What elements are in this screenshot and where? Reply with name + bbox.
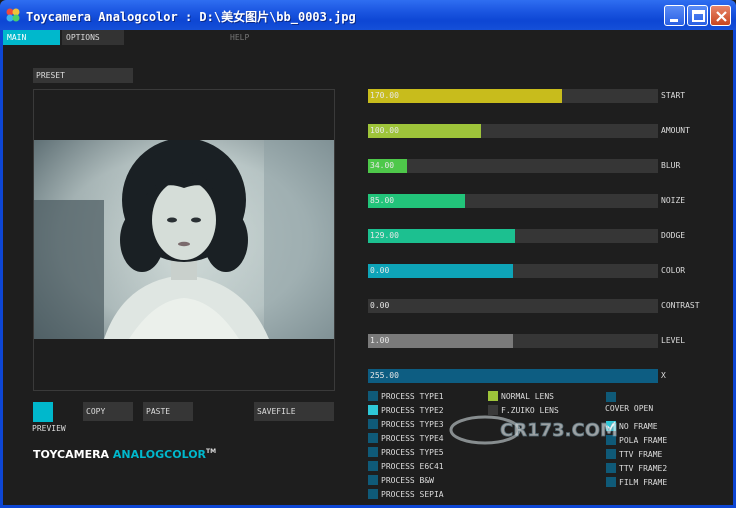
slider-x[interactable]: 255.00	[368, 369, 658, 383]
paste-button[interactable]: PASTE	[143, 402, 193, 421]
cover-open-checkbox[interactable]	[606, 392, 616, 402]
lens-checkbox[interactable]	[488, 391, 498, 401]
slider-label-contrast: CONTRAST	[661, 301, 700, 310]
preset-dropdown[interactable]: PRESET	[33, 68, 133, 83]
preview-photo	[34, 140, 334, 339]
copy-button[interactable]: COPY	[83, 402, 133, 421]
process-label: PROCESS TYPE5	[381, 448, 444, 457]
process-checkbox[interactable]	[368, 461, 378, 471]
process-checkbox[interactable]	[368, 433, 378, 443]
slider-value: 1.00	[370, 336, 390, 345]
window-title: Toycamera Analogcolor : D:\美女图片\bb_0003.…	[26, 10, 356, 24]
frame-label: TTV FRAME2	[619, 464, 668, 473]
tab-help[interactable]: HELP	[226, 30, 266, 45]
slider-blur[interactable]: 34.00	[368, 159, 658, 173]
frame-checkbox[interactable]	[606, 463, 616, 473]
slider-label-amount: AMOUNT	[661, 126, 690, 135]
process-checkbox[interactable]	[368, 405, 378, 415]
maximize-button[interactable]	[687, 5, 708, 26]
watermark-text: CR173.COM	[500, 420, 618, 441]
slider-noize[interactable]: 85.00	[368, 194, 658, 208]
slider-label-color: COLOR	[661, 266, 686, 275]
site-watermark: CR173.COM	[445, 408, 635, 451]
slider-value: 0.00	[370, 301, 390, 310]
process-label: PROCESS TYPE4	[381, 434, 444, 443]
slider-label-start: START	[661, 91, 686, 100]
lens-label: NORMAL LENS	[501, 392, 554, 401]
minimize-icon	[670, 19, 678, 22]
slider-label-dodge: DODGE	[661, 231, 686, 240]
tab-options[interactable]: OPTIONS	[62, 30, 124, 45]
minimize-button[interactable]	[664, 5, 685, 26]
slider-label-blur: BLUR	[661, 161, 681, 170]
slider-value: 0.00	[370, 266, 390, 275]
slider-level[interactable]: 1.00	[368, 334, 658, 348]
slider-fill	[368, 264, 513, 278]
app-icon	[6, 8, 20, 22]
slider-value: 100.00	[370, 126, 399, 135]
title-bar[interactable]: Toycamera Analogcolor : D:\美女图片\bb_0003.…	[0, 0, 736, 30]
process-checkbox[interactable]	[368, 475, 378, 485]
slider-start[interactable]: 170.00	[368, 89, 658, 103]
process-checkbox[interactable]	[368, 489, 378, 499]
process-label: PROCESS SEPIA	[381, 490, 444, 499]
app-logo: TOYCAMERA ANALOGCOLORTM	[33, 448, 216, 461]
slider-dodge[interactable]: 129.00	[368, 229, 658, 243]
slider-color[interactable]: 0.00	[368, 264, 658, 278]
slider-value: 170.00	[370, 91, 399, 100]
process-checkbox[interactable]	[368, 419, 378, 429]
logo-word-toycamera: TOYCAMERA	[33, 448, 110, 461]
process-label: PROCESS TYPE2	[381, 406, 444, 415]
process-checkbox[interactable]	[368, 447, 378, 457]
preview-label: PREVIEW	[32, 424, 66, 433]
close-icon	[716, 11, 727, 22]
slider-value: 85.00	[370, 196, 395, 205]
logo-trademark: TM	[206, 448, 217, 455]
frame-label: TTV FRAME	[619, 450, 663, 459]
preview-toggle[interactable]	[33, 402, 53, 422]
close-button[interactable]	[710, 5, 731, 26]
maximize-icon	[692, 10, 705, 22]
process-label: PROCESS E6C41	[381, 462, 444, 471]
slider-label-level: LEVEL	[661, 336, 686, 345]
logo-word-analogcolor: ANALOGCOLOR	[112, 448, 207, 461]
process-checkbox[interactable]	[368, 391, 378, 401]
slider-value: 129.00	[370, 231, 399, 240]
process-label: PROCESS TYPE3	[381, 420, 444, 429]
slider-value: 255.00	[370, 371, 399, 380]
frame-label: FILM FRAME	[619, 478, 668, 487]
slider-fill	[368, 369, 658, 383]
slider-contrast[interactable]: 0.00	[368, 299, 658, 313]
process-label: PROCESS TYPE1	[381, 392, 444, 401]
slider-label-x: X	[661, 371, 666, 380]
tab-main[interactable]: MAIN	[3, 30, 60, 45]
process-label: PROCESS B&W	[381, 476, 434, 485]
slider-label-noize: NOIZE	[661, 196, 686, 205]
savefile-button[interactable]: SAVEFILE	[254, 402, 334, 421]
slider-amount[interactable]: 100.00	[368, 124, 658, 138]
frame-checkbox[interactable]	[606, 477, 616, 487]
slider-fill	[368, 334, 513, 348]
slider-value: 34.00	[370, 161, 395, 170]
